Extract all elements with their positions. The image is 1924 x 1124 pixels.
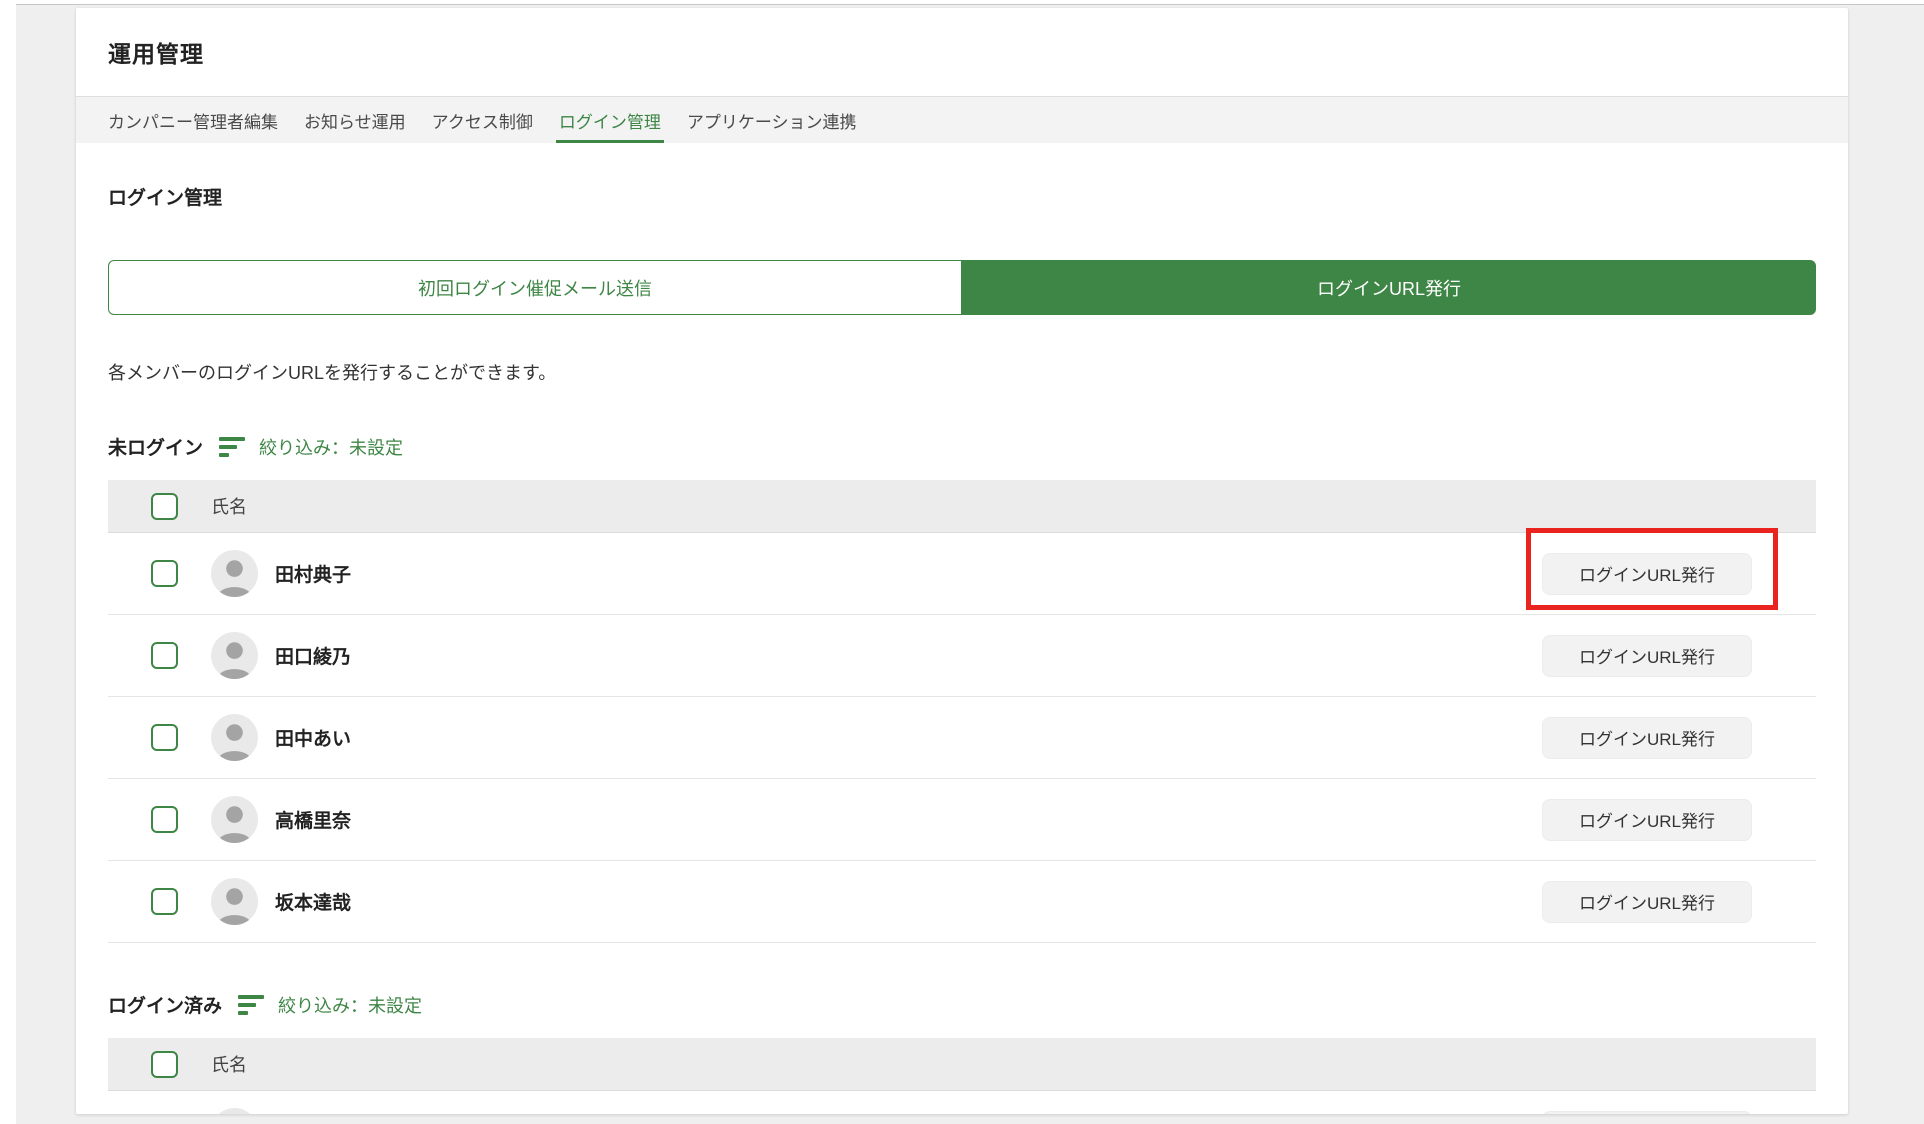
- member-name: 田村典子: [275, 560, 351, 587]
- table-header-row: 氏名: [108, 480, 1816, 533]
- row-checkbox[interactable]: [151, 806, 178, 833]
- not-logged-in-title: 未ログイン: [108, 433, 203, 460]
- filter-icon[interactable]: [238, 995, 264, 1015]
- table-row: 高橋里奈 ログインURL発行: [108, 779, 1816, 861]
- table-row: HRBrain staff ログインURL発行: [108, 1091, 1816, 1114]
- issue-login-url-button[interactable]: ログインURL発行: [1542, 553, 1752, 595]
- tab-login-management[interactable]: ログイン管理: [546, 97, 674, 143]
- tab-content: ログイン管理 初回ログイン催促メール送信 ログインURL発行 各メンバーのログイ…: [76, 183, 1848, 1114]
- main-panel: 運用管理 カンパニー管理者編集 お知らせ運用 アクセス制御 ログイン管理 アプリ…: [76, 8, 1848, 1114]
- issue-login-url-button[interactable]: ログインURL発行: [1542, 635, 1752, 677]
- issue-login-url-button[interactable]: ログインURL発行: [1542, 881, 1752, 923]
- row-checkbox[interactable]: [151, 560, 178, 587]
- filter-setting-link[interactable]: 絞り込み：未設定: [278, 992, 422, 1018]
- tab-company-admin-edit[interactable]: カンパニー管理者編集: [95, 97, 291, 143]
- member-name: 田中あい: [275, 724, 351, 751]
- name-column-header: 氏名: [211, 1051, 247, 1077]
- member-name: 高橋里奈: [275, 806, 351, 833]
- issue-login-url-button[interactable]: ログインURL発行: [1542, 799, 1752, 841]
- select-all-checkbox[interactable]: [151, 1051, 178, 1078]
- section-heading: ログイン管理: [108, 183, 1816, 210]
- member-name: 坂本達哉: [275, 888, 351, 915]
- tab-access-control[interactable]: アクセス制御: [419, 97, 546, 143]
- select-all-checkbox[interactable]: [151, 493, 178, 520]
- avatar-icon: [211, 1108, 258, 1114]
- logged-in-table: 氏名 HRBrain staff ログインURL発行: [108, 1038, 1816, 1114]
- not-logged-in-table: 氏名 田村典子 ログインURL発行: [108, 480, 1816, 943]
- not-logged-in-header: 未ログイン 絞り込み：未設定: [108, 433, 1816, 460]
- table-header-row: 氏名: [108, 1038, 1816, 1091]
- avatar-icon: [211, 550, 258, 597]
- logged-in-title: ログイン済み: [108, 991, 222, 1018]
- issue-login-url-button[interactable]: ログインURL発行: [1542, 1111, 1752, 1115]
- avatar-icon: [211, 714, 258, 761]
- page-title: 運用管理: [108, 35, 204, 69]
- table-row: 田中あい ログインURL発行: [108, 697, 1816, 779]
- table-row: 田村典子 ログインURL発行: [108, 533, 1816, 615]
- tab-application-integration[interactable]: アプリケーション連携: [674, 97, 870, 143]
- first-login-reminder-mail-segment[interactable]: 初回ログイン催促メール送信: [108, 260, 962, 315]
- row-checkbox[interactable]: [151, 724, 178, 751]
- logged-in-header: ログイン済み 絞り込み：未設定: [108, 991, 1816, 1018]
- row-checkbox[interactable]: [151, 642, 178, 669]
- filter-setting-link[interactable]: 絞り込み：未設定: [259, 434, 403, 460]
- member-name: 田口綾乃: [275, 642, 351, 669]
- avatar-icon: [211, 632, 258, 679]
- tab-notice-operation[interactable]: お知らせ運用: [291, 97, 419, 143]
- table-row: 坂本達哉 ログインURL発行: [108, 861, 1816, 943]
- panel-header: 運用管理: [76, 8, 1848, 96]
- mode-segmented-control: 初回ログイン催促メール送信 ログインURL発行: [108, 260, 1816, 315]
- avatar-icon: [211, 878, 258, 925]
- table-row: 田口綾乃 ログインURL発行: [108, 615, 1816, 697]
- avatar-icon: [211, 796, 258, 843]
- row-checkbox[interactable]: [151, 888, 178, 915]
- section-description: 各メンバーのログインURLを発行することができます。: [108, 359, 1816, 385]
- issue-login-url-button[interactable]: ログインURL発行: [1542, 717, 1752, 759]
- issue-login-url-segment[interactable]: ログインURL発行: [962, 260, 1816, 315]
- page-background: 運用管理 カンパニー管理者編集 お知らせ運用 アクセス制御 ログイン管理 アプリ…: [16, 4, 1924, 1124]
- name-column-header: 氏名: [211, 493, 247, 519]
- filter-icon[interactable]: [219, 437, 245, 457]
- tab-bar: カンパニー管理者編集 お知らせ運用 アクセス制御 ログイン管理 アプリケーション…: [76, 96, 1848, 143]
